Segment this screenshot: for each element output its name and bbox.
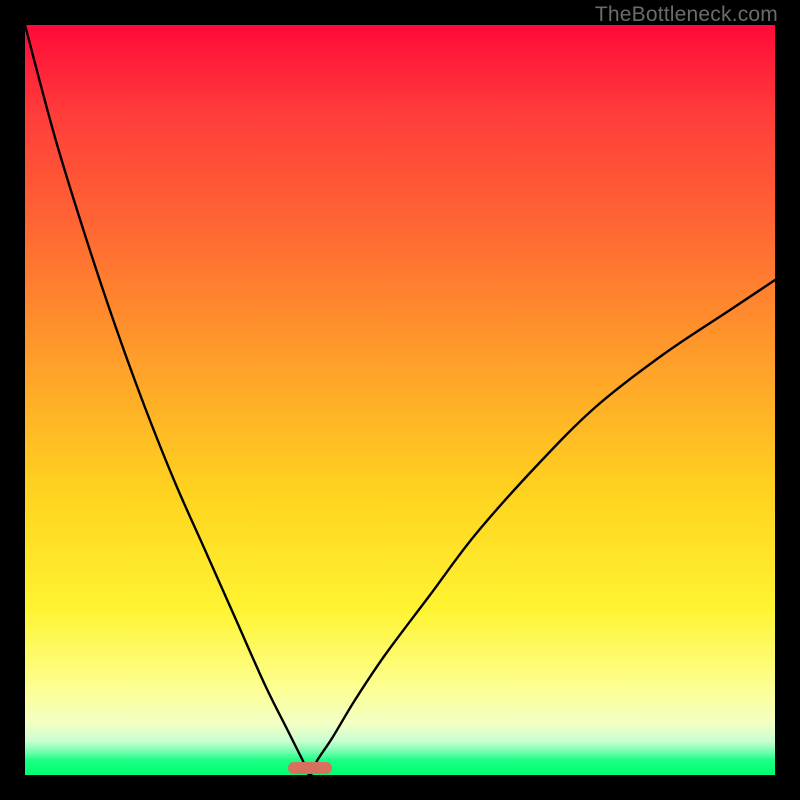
bottleneck-curve <box>25 25 775 775</box>
chart-frame: TheBottleneck.com <box>0 0 800 800</box>
watermark-text: TheBottleneck.com <box>595 3 778 27</box>
minimum-marker <box>288 762 332 774</box>
plot-area <box>25 25 775 775</box>
